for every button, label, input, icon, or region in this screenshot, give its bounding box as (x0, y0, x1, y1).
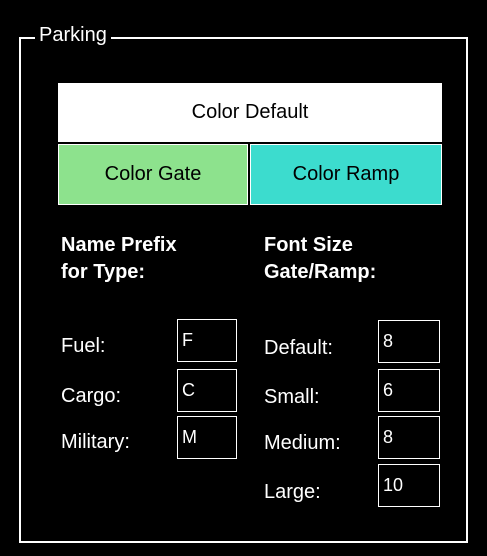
large-size-input[interactable] (378, 464, 440, 507)
default-size-input[interactable] (378, 320, 440, 363)
name-prefix-heading-line2: for Type: (61, 261, 146, 283)
medium-size-input[interactable] (378, 416, 440, 459)
large-size-label: Large: (264, 481, 321, 503)
fuel-label: Fuel: (61, 335, 106, 357)
medium-size-label: Medium: (264, 432, 341, 454)
font-size-heading-line1: Font Size (264, 234, 353, 256)
military-prefix-input[interactable] (177, 416, 237, 459)
color-gate-button[interactable]: Color Gate (58, 144, 248, 205)
small-size-label: Small: (264, 386, 320, 408)
cargo-prefix-input[interactable] (177, 369, 237, 412)
small-size-input[interactable] (378, 369, 440, 412)
name-prefix-heading-line1: Name Prefix (61, 234, 177, 256)
cargo-label: Cargo: (61, 385, 122, 407)
groupbox-title: Parking (35, 23, 111, 47)
color-ramp-button[interactable]: Color Ramp (250, 144, 442, 205)
font-size-heading-line2: Gate/Ramp: (264, 261, 377, 283)
font-size-heading: Font Size Gate/Ramp: (264, 232, 376, 286)
military-label: Military: (61, 431, 130, 453)
color-default-button[interactable]: Color Default (58, 83, 442, 142)
fuel-prefix-input[interactable] (177, 319, 237, 362)
default-size-label: Default: (264, 337, 333, 359)
name-prefix-heading: Name Prefix for Type: (61, 232, 177, 286)
